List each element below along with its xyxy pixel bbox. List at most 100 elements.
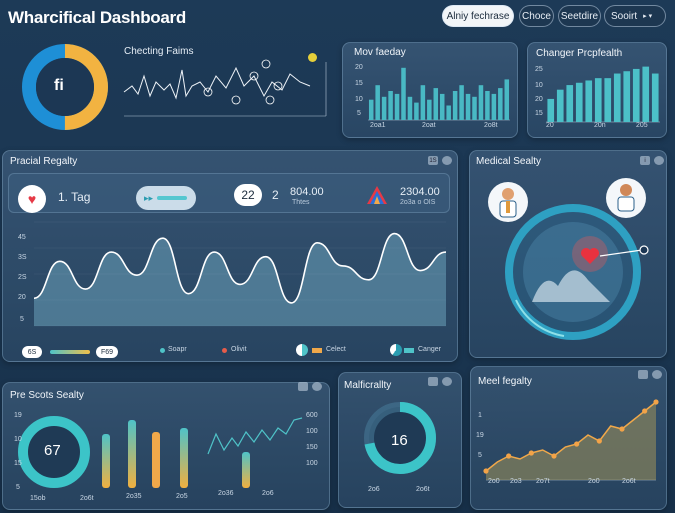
bar [478, 85, 484, 120]
seetdire-button[interactable]: Seetdire [558, 5, 601, 27]
progress-pill[interactable]: ▸▸ [136, 186, 196, 210]
bar [485, 91, 490, 120]
mov-xlabel-3: 2o8t [484, 122, 498, 129]
pre-scots-ring-value: 67 [44, 442, 61, 459]
meel-ylabel-3: 5 [478, 452, 482, 459]
bar [498, 88, 503, 120]
pre-xlabel-4: 2o5 [176, 493, 188, 500]
pre-y2label-1: 600 [306, 412, 318, 419]
bar [651, 73, 659, 122]
malfic-xlabel-2: 2o6t [416, 486, 430, 493]
bar [556, 89, 564, 122]
sort-dropdown[interactable]: Sooirt ▸ ▾ [604, 5, 666, 27]
alniy-button[interactable]: Alniy fechrase [442, 5, 514, 27]
mov-ylabel-3: 10 [355, 96, 363, 103]
bar [439, 93, 445, 120]
mov-bar-chart [368, 67, 510, 121]
bar [594, 78, 602, 122]
bar [420, 85, 426, 120]
legend-soapr: Soapr [168, 346, 187, 353]
meel-xlabel-1: 2o0 [488, 478, 500, 485]
malfic-ring-value: 16 [391, 432, 408, 449]
legend-pie-icon [296, 344, 308, 356]
arrow-icon[interactable] [308, 53, 317, 62]
bar [465, 93, 471, 120]
data-point [619, 426, 625, 432]
progress-bar [157, 196, 188, 200]
area-fill [486, 402, 656, 480]
badge-mid: F69 [96, 346, 118, 358]
heart-small-icon-3[interactable] [312, 382, 322, 391]
bar [459, 85, 464, 120]
heart-small-icon-2[interactable] [654, 156, 664, 165]
meel-xlabel-2: 2o3 [510, 478, 522, 485]
chevron-down-icon: ▸ ▾ [643, 13, 653, 20]
change-xlabel-2: 20n [594, 122, 606, 129]
heart-small-icon-5[interactable] [652, 370, 662, 379]
legend-olivit: Olivit [231, 346, 247, 353]
meel-corner-icon[interactable] [638, 370, 648, 379]
pracial-title: Pracial Regalty [10, 156, 78, 167]
bar [375, 85, 380, 120]
pre-scots-bars [102, 417, 303, 488]
legend-dot-teal [160, 348, 165, 353]
medical-illustration [488, 178, 649, 340]
legend-dot-red [222, 348, 227, 353]
bar [414, 102, 419, 120]
malfic-corner-icon[interactable] [428, 377, 438, 386]
pre-xlabel-3: 2o35 [126, 493, 142, 500]
stat-value-pill: 22 [234, 184, 262, 206]
medical-corner-icon[interactable]: i [640, 156, 650, 165]
pre-y2label-3: 150 [306, 444, 318, 451]
bar [368, 99, 374, 120]
bar [632, 68, 640, 122]
medical-title: Medical Sealty [476, 156, 542, 167]
mov-xlabel-1: 2oa1 [370, 122, 386, 129]
bar [504, 79, 510, 120]
stat-num: 2 [272, 188, 279, 202]
change-xlabel-3: 205 [636, 122, 648, 129]
bar [394, 93, 400, 120]
bar [491, 93, 497, 120]
page-title: Wharcifical Dashboard [8, 8, 186, 27]
pre-scots-corner-icon[interactable] [298, 382, 308, 391]
data-point [551, 453, 557, 459]
change-ylabel-3: 20 [535, 96, 543, 103]
pre-y2label-4: 100 [306, 460, 318, 467]
data-point [653, 399, 659, 405]
bar [613, 73, 621, 122]
pre-ylabel-4: 5 [16, 484, 20, 491]
change-ylabel-1: 25 [535, 66, 543, 73]
change-xlabel-1: 20 [546, 122, 554, 129]
heart-small-icon[interactable] [442, 156, 452, 165]
fast-forward-icon: ▸▸ [144, 192, 154, 203]
bar [388, 91, 393, 120]
gradient-bar [50, 350, 90, 354]
data-point [642, 408, 648, 414]
stat-big: 804.00 [290, 186, 324, 198]
bar [547, 98, 555, 122]
bar [604, 78, 612, 122]
pracial-area-chart [33, 221, 447, 327]
pre-ylabel-2: 10 [14, 436, 22, 443]
choce-button[interactable]: Choce [519, 5, 554, 27]
pre-xlabel-2: 2o6t [80, 495, 94, 502]
triangle-logo-icon [367, 186, 387, 204]
data-point [574, 441, 580, 447]
pracial-ylabel-2: 3S [18, 254, 27, 261]
bar [381, 96, 387, 120]
pre-scots-title: Pre Scots Sealty [10, 390, 84, 401]
pracial-ylabel-4: 20 [18, 294, 26, 301]
pracial-corner-icon[interactable]: 1S [428, 156, 438, 165]
bar [433, 88, 439, 120]
heart-small-icon-4[interactable] [442, 377, 452, 386]
meel-xlabel-5: 2o6t [622, 478, 636, 485]
stat2-big: 2304.00 [400, 186, 440, 198]
pracial-ylabel-3: 2S [18, 274, 27, 281]
bar [452, 91, 458, 120]
bar [472, 96, 477, 120]
bar [585, 80, 593, 122]
bar [623, 71, 631, 122]
bar [427, 99, 432, 120]
mov-ylabel-2: 15 [355, 80, 363, 87]
